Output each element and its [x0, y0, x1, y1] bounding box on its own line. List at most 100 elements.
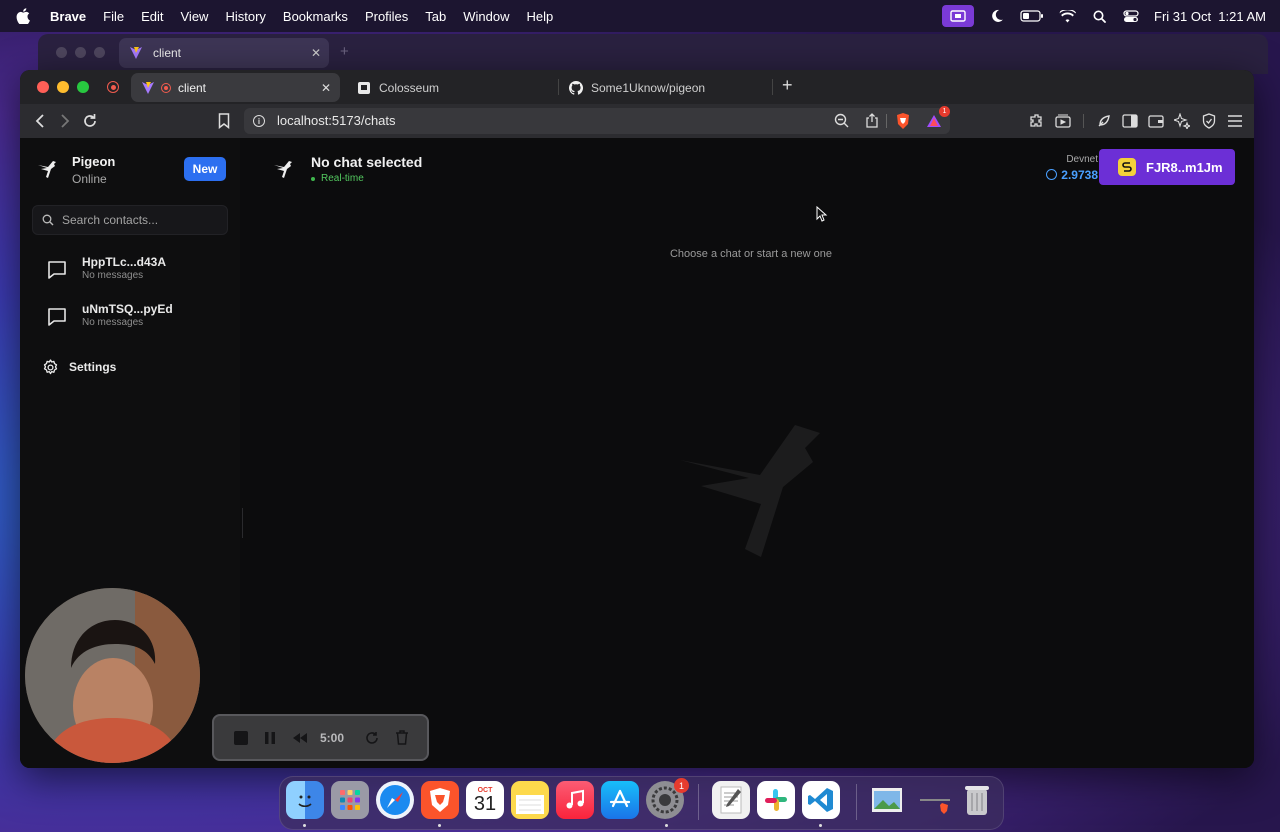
battery-icon[interactable]	[1020, 9, 1044, 23]
recording-tab-icon	[161, 82, 171, 93]
brave-browser-icon[interactable]	[421, 781, 459, 819]
menu-bookmarks[interactable]: Bookmarks	[283, 9, 348, 24]
tab-client[interactable]: client ✕	[131, 73, 340, 102]
tab-separator	[558, 79, 559, 95]
rewind-icon[interactable]	[292, 730, 308, 746]
share-icon[interactable]	[865, 113, 879, 131]
address-bar[interactable]: i localhost:5173/chats 1	[244, 106, 950, 134]
vite-icon	[141, 81, 155, 95]
minimize-window-button[interactable]	[57, 81, 69, 93]
contact-item[interactable]: uNmTSQ...pyEd No messages	[44, 302, 234, 336]
textedit-icon[interactable]	[712, 781, 750, 819]
contact-item[interactable]: HppTLc...d43A No messages	[44, 255, 234, 289]
forward-icon[interactable]	[57, 113, 73, 129]
solana-coin-icon	[1046, 169, 1058, 180]
tab-github[interactable]: Some1Uknow/pigeon	[569, 73, 705, 102]
calendar-day: 31	[473, 792, 497, 815]
menu-file[interactable]: File	[103, 9, 124, 24]
bookmark-icon[interactable]	[216, 113, 232, 129]
empty-state-message: Choose a chat or start a new one	[669, 248, 833, 260]
zoom-window-button[interactable]	[77, 81, 89, 93]
system-settings-icon[interactable]: 1	[646, 778, 689, 819]
settings-link[interactable]: Settings	[42, 357, 116, 377]
wallet-icon[interactable]	[1148, 113, 1164, 129]
menu-profiles[interactable]: Profiles	[365, 9, 408, 24]
separator	[1083, 114, 1084, 128]
running-indicator	[303, 824, 306, 827]
wifi-icon[interactable]	[1058, 9, 1076, 23]
app-store-icon[interactable]	[601, 781, 639, 819]
calendar-icon[interactable]: OCT 31	[466, 781, 504, 819]
vpn-icon[interactable]	[1201, 113, 1217, 129]
window-controls	[37, 81, 89, 93]
pigeon-logo-icon	[36, 156, 60, 180]
new-chat-button[interactable]: New	[184, 157, 226, 181]
menubar-clock[interactable]: Fri 31 Oct 1:21 AM	[1154, 9, 1266, 24]
menu-icon[interactable]	[1227, 113, 1243, 129]
pause-icon[interactable]	[262, 730, 278, 746]
site-info-icon[interactable]: i	[253, 115, 265, 127]
wallet-button[interactable]: FJR8..m1Jm	[1099, 149, 1235, 185]
stop-button[interactable]	[234, 730, 248, 745]
menu-brave[interactable]: Brave	[50, 9, 86, 24]
menu-view[interactable]: View	[181, 9, 209, 24]
finder-icon[interactable]	[286, 781, 324, 819]
vscode-icon[interactable]	[802, 781, 840, 819]
control-center-icon[interactable]	[1122, 9, 1140, 23]
restart-icon[interactable]	[364, 730, 380, 746]
menu-tab[interactable]: Tab	[425, 9, 446, 24]
new-tab-button[interactable]: +	[782, 75, 793, 96]
trash-icon[interactable]	[394, 730, 410, 746]
leo-icon[interactable]	[1096, 113, 1112, 129]
sol-balance: 2.9738	[1020, 168, 1098, 182]
balance-value: 2.9738	[1061, 168, 1098, 182]
tab-separator	[772, 79, 773, 95]
close-tab-icon[interactable]: ✕	[321, 81, 331, 95]
webcam-overlay	[25, 588, 200, 763]
brave-downloads-icon[interactable]	[916, 781, 954, 819]
search-icon[interactable]	[1090, 9, 1108, 23]
reload-icon[interactable]	[82, 113, 98, 129]
recording-indicator-icon	[107, 81, 119, 93]
brave-shields-icon[interactable]	[895, 112, 911, 133]
close-window-button[interactable]	[37, 81, 49, 93]
tab-colosseum[interactable]: Colosseum	[358, 73, 439, 102]
menu-window[interactable]: Window	[463, 9, 509, 24]
extensions-icon[interactable]	[1029, 113, 1045, 129]
menu-help[interactable]: Help	[527, 9, 554, 24]
safari-icon[interactable]	[376, 781, 414, 819]
apple-icon[interactable]	[16, 8, 34, 24]
search-input[interactable]	[60, 212, 224, 228]
trash-icon[interactable]	[958, 781, 996, 819]
window-controls[interactable]	[56, 47, 105, 58]
slack-icon[interactable]	[757, 781, 795, 819]
search-box	[32, 205, 228, 235]
new-tab-icon[interactable]: +	[340, 43, 349, 60]
back-icon[interactable]	[32, 113, 48, 129]
url-text: localhost:5173/chats	[277, 113, 396, 128]
moon-icon[interactable]	[988, 9, 1006, 23]
music-icon[interactable]	[556, 781, 594, 819]
screen-record-icon[interactable]	[942, 5, 974, 27]
preview-icon[interactable]	[868, 781, 906, 819]
wallet-address: FJR8..m1Jm	[1146, 159, 1223, 175]
notes-icon[interactable]	[511, 781, 549, 819]
tab-title: client	[178, 80, 207, 95]
settings-label: Settings	[69, 360, 117, 374]
network-label: Devnet	[1066, 154, 1098, 165]
menu-edit[interactable]: Edit	[141, 9, 163, 24]
close-icon[interactable]: ✕	[311, 46, 321, 60]
brave-rewards-icon[interactable]: 1	[926, 106, 950, 131]
zoom-icon[interactable]	[834, 113, 849, 131]
menu-history[interactable]: History	[225, 9, 265, 24]
tab-title: Colosseum	[379, 80, 440, 95]
vite-icon	[129, 46, 143, 60]
ai-sparkle-icon[interactable]	[1174, 113, 1190, 129]
launchpad-icon[interactable]	[331, 781, 369, 819]
dock-separator	[698, 784, 699, 820]
media-icon[interactable]	[1055, 113, 1071, 129]
settings-badge: 1	[674, 778, 689, 793]
sidebar-toggle-icon[interactable]	[1122, 113, 1138, 129]
background-tab[interactable]: client ✕	[119, 38, 329, 68]
wallet-provider-icon	[1118, 158, 1136, 176]
